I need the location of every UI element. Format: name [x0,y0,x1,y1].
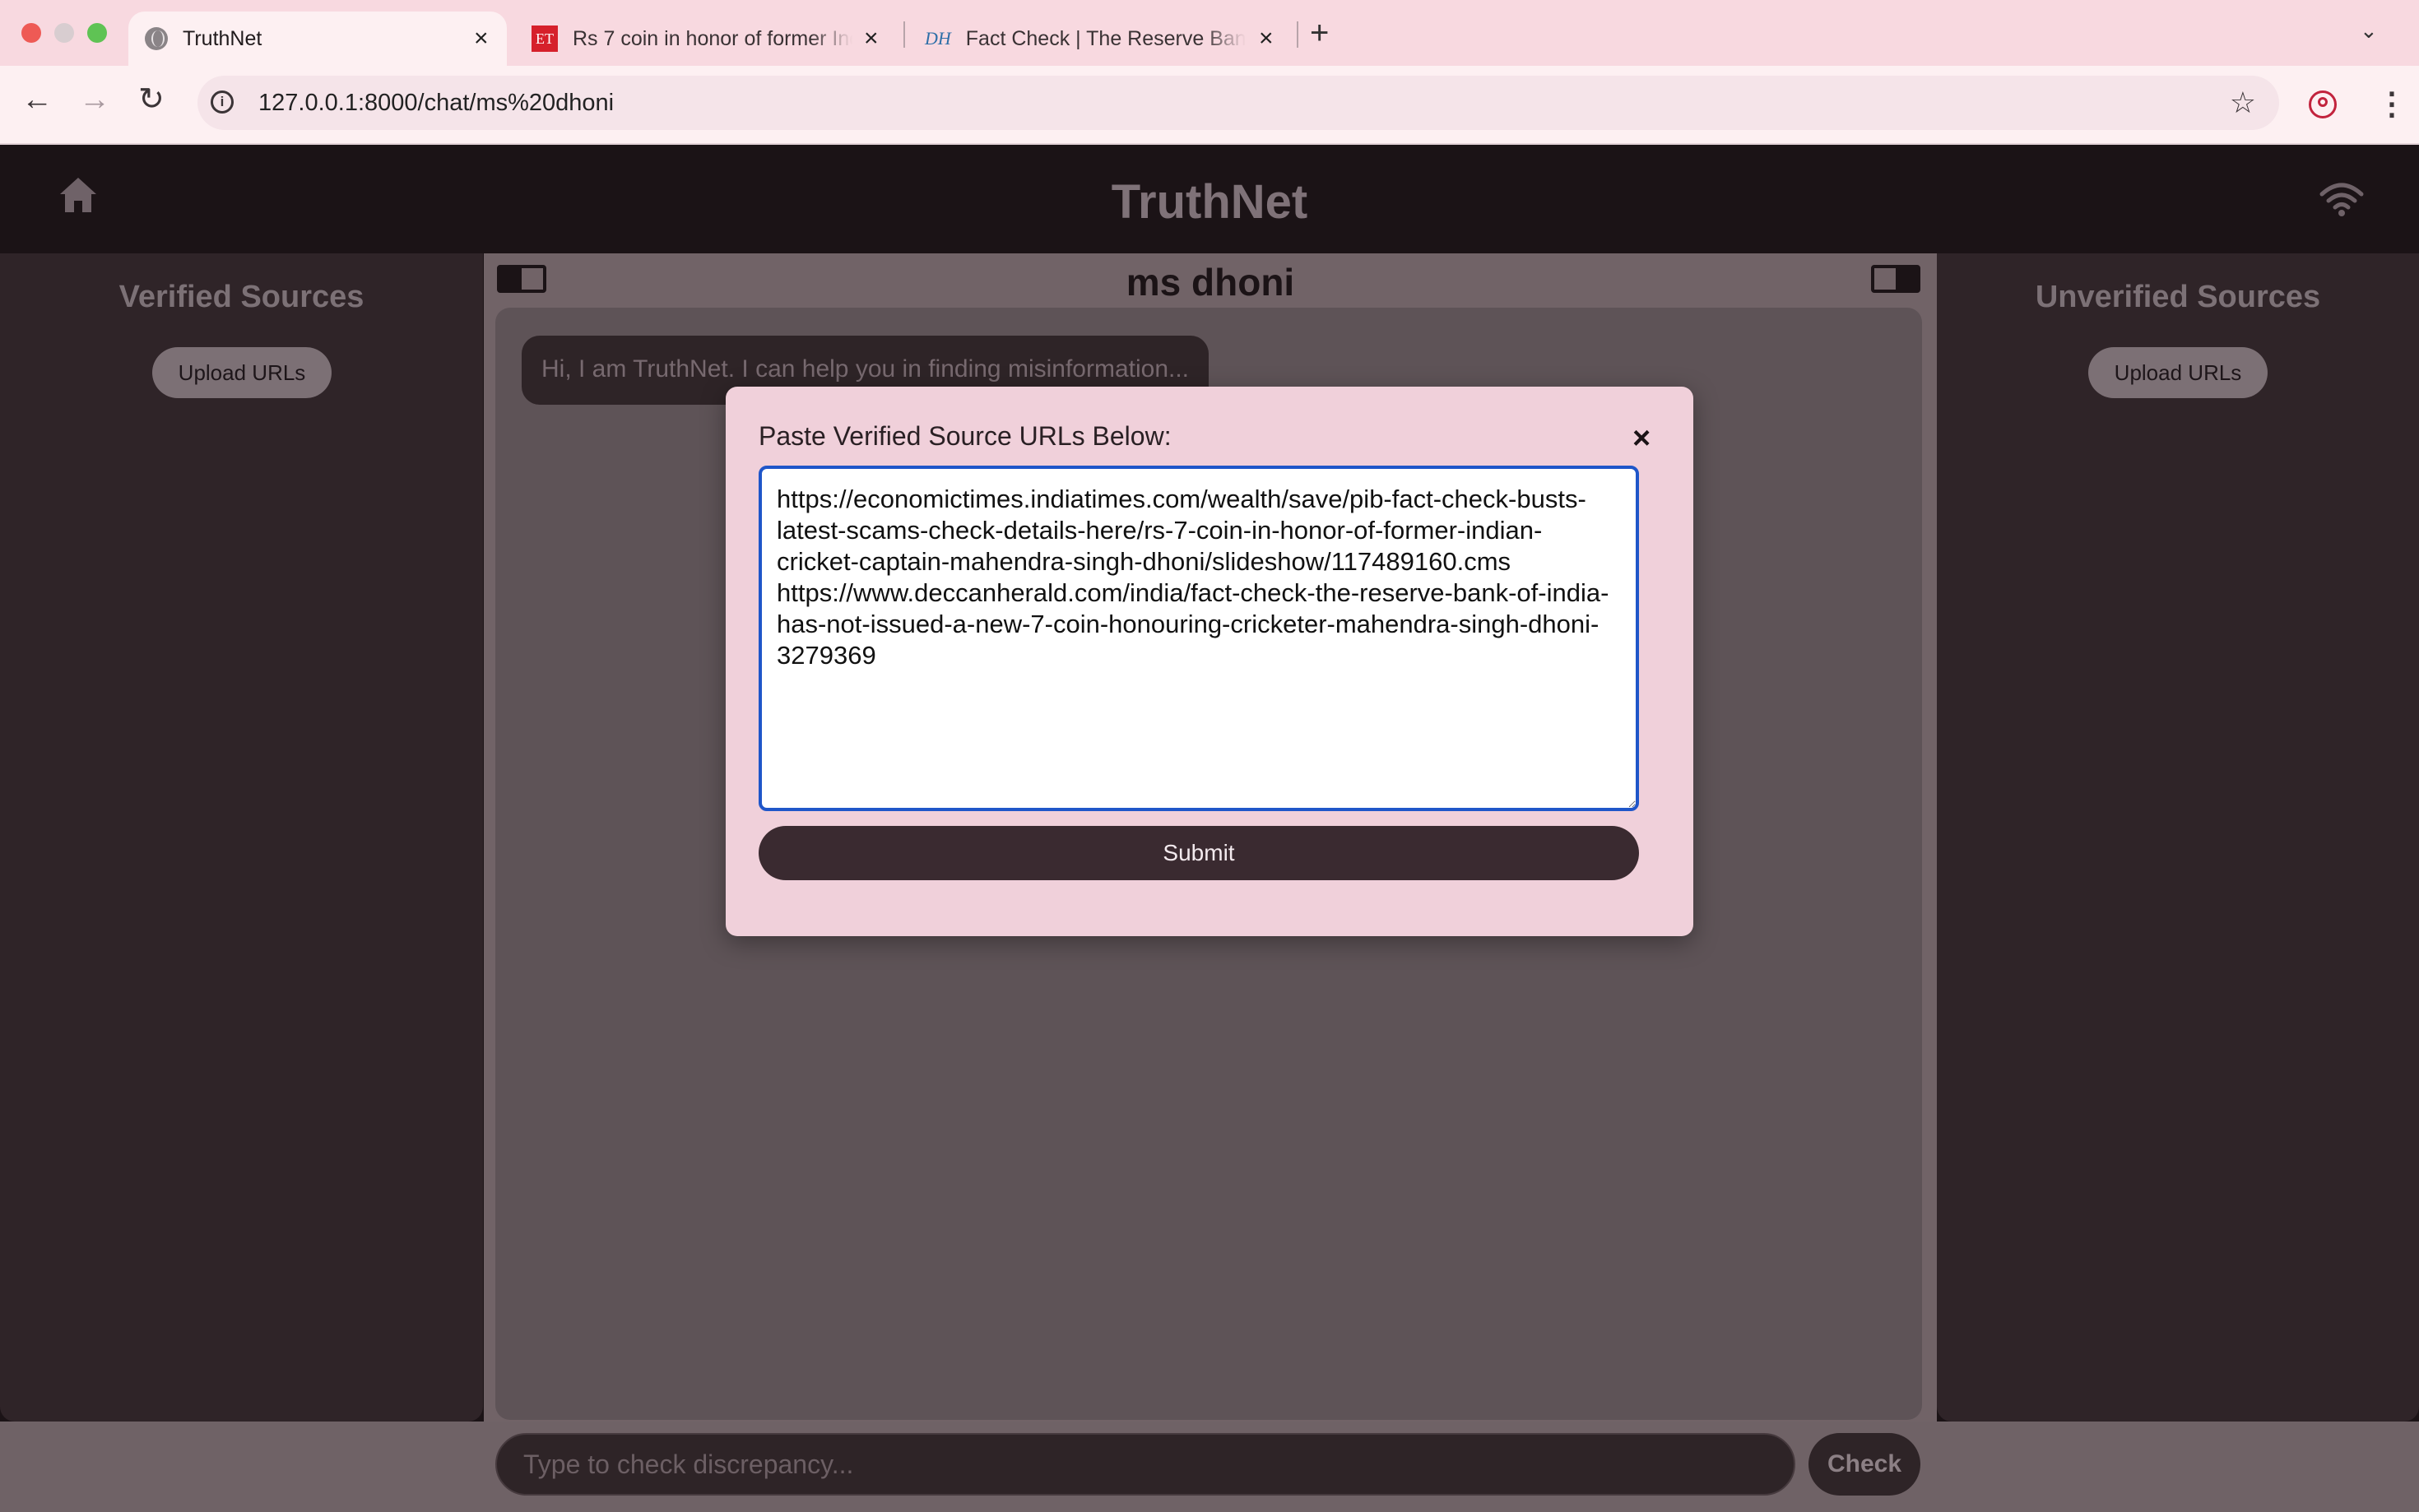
close-tab-icon[interactable]: × [864,26,879,51]
urls-textarea[interactable]: https://economictimes.indiatimes.com/wea… [759,466,1639,811]
address-bar[interactable]: i 127.0.0.1:8000/chat/ms%20dhoni ☆ [197,76,2279,130]
tab-title: Rs 7 coin in honor of former Indian [573,26,852,50]
chat-input-bar: Check [0,1422,2419,1512]
check-button[interactable]: Check [1808,1433,1920,1496]
verified-sources-heading: Verified Sources [118,280,364,314]
address-url[interactable]: 127.0.0.1:8000/chat/ms%20dhoni [258,90,614,117]
et-logo-icon: ET [532,26,558,52]
toggle-right-sidebar-icon[interactable] [1871,265,1920,293]
profile-icon[interactable] [2309,90,2337,118]
tab-truthnet[interactable]: TruthNet × [128,12,507,66]
more-menu-icon[interactable]: ⋮ [2376,86,2407,123]
tab-deccan-herald[interactable]: DH Fact Check | The Reserve Bank × [925,12,1287,66]
dh-logo-icon: DH [925,28,951,49]
globe-icon [145,27,168,50]
upload-verified-urls-button[interactable]: Upload URLs [152,347,332,398]
new-tab-icon[interactable]: + [1310,15,1329,52]
tab-title: Fact Check | The Reserve Bank [965,26,1246,50]
chat-topic-title: ms dhoni [1126,261,1295,304]
modal-label: Paste Verified Source URLs Below: [759,421,1172,451]
close-icon[interactable]: × [1632,423,1651,454]
window-maximize-button[interactable] [87,23,107,43]
browser-toolbar: ← → ↻ i 127.0.0.1:8000/chat/ms%20dhoni ☆ [0,66,2419,145]
window-close-button[interactable] [21,23,41,43]
app-header: TruthNet [0,145,2419,253]
reload-icon[interactable]: ↻ [138,84,165,115]
verified-sources-panel: Verified Sources Upload URLs [0,253,483,1422]
forward-arrow-icon[interactable]: → [79,84,110,115]
wifi-icon [2319,183,2364,216]
site-info-icon[interactable]: i [211,90,234,114]
tab-economic-times[interactable]: ET Rs 7 coin in honor of former Indian × [532,12,894,66]
browser-tab-bar: TruthNet × ET Rs 7 coin in honor of form… [0,0,2419,66]
window-minimize-button[interactable] [54,23,74,43]
discrepancy-input[interactable] [495,1433,1795,1496]
app-title: TruthNet [1111,175,1308,229]
close-tab-icon[interactable]: × [1259,26,1274,51]
bookmark-star-icon[interactable]: ☆ [2230,86,2256,120]
close-tab-icon[interactable]: × [474,26,489,51]
submit-button[interactable]: Submit [759,826,1639,880]
unverified-sources-panel: Unverified Sources Upload URLs [1937,253,2419,1422]
tab-divider [1297,21,1298,48]
tab-title: TruthNet [183,26,262,50]
upload-unverified-urls-button[interactable]: Upload URLs [2088,347,2268,398]
back-arrow-icon[interactable]: ← [21,84,53,115]
unverified-sources-heading: Unverified Sources [2035,280,2321,314]
verified-urls-modal: Paste Verified Source URLs Below: × http… [726,387,1693,936]
chevron-down-icon[interactable]: ⌄ [2360,18,2378,44]
tab-divider [903,21,905,48]
